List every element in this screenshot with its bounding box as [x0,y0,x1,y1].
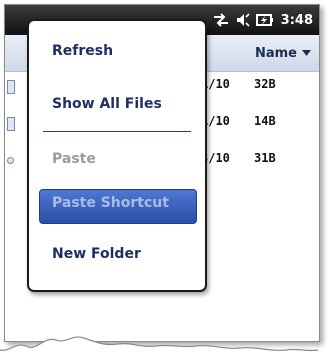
battery-charging-icon[interactable] [255,12,274,28]
file-size: 31B [254,151,276,165]
sort-descending-icon [302,50,311,56]
menu-item-refresh[interactable]: Refresh [29,31,205,71]
menu-item-label: Show All Files [52,96,162,112]
menu-item-label: Paste [52,151,96,167]
menu-item-paste: Paste [29,139,205,179]
file-size: 32B [254,77,276,91]
column-header-name[interactable]: Name [255,35,311,71]
menu-item-show-all-files[interactable]: Show All Files [29,84,205,124]
sync-arrows-icon[interactable] [212,12,230,28]
file-size: 14B [254,114,276,128]
screenshot-frame: 3:48 Name 1/10 32B 1/10 14B 8/10 31B Ref… [0,0,320,364]
menu-item-new-folder[interactable]: New Folder [29,234,205,274]
volume-icon[interactable] [235,12,251,28]
clock[interactable]: 3:48 [281,13,313,28]
status-icons: 3:48 [212,5,319,35]
file-icon [7,157,14,164]
menu-item-label: Refresh [52,43,114,59]
menu-separator [43,131,191,132]
menu-item-paste-shortcut[interactable]: Paste Shortcut [29,183,205,224]
menu-item-label: Paste Shortcut [52,195,169,211]
torn-edge [0,336,319,364]
file-icon [7,117,15,131]
device-screen: 3:48 Name 1/10 32B 1/10 14B 8/10 31B Ref… [4,4,320,342]
column-header-label: Name [254,45,297,61]
menu-item-label: New Folder [52,246,141,262]
file-icon [7,80,15,94]
context-menu: Refresh Show All Files Paste Paste Short… [27,19,207,292]
